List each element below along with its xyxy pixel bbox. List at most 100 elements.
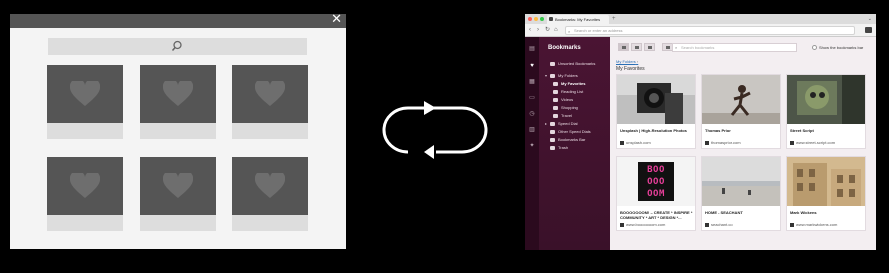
heart-icon xyxy=(255,81,285,106)
mock-caption xyxy=(140,123,216,139)
bookmark-search-input[interactable]: ⌕ Search bookmarks xyxy=(672,43,797,52)
tree-item[interactable]: Other Speed Dials xyxy=(539,128,610,136)
site-favicon-icon xyxy=(620,140,624,145)
tree-item[interactable]: Reading List xyxy=(539,88,610,96)
bookmark-card[interactable]: Mark Wickens www.markwickens.com xyxy=(786,156,866,231)
mock-tile[interactable] xyxy=(47,65,123,139)
mock-tile[interactable] xyxy=(140,157,216,231)
mock-thumbnail xyxy=(140,157,216,215)
folder-icon xyxy=(553,113,558,118)
new-tab-button[interactable]: + xyxy=(612,14,616,24)
mock-search-bar[interactable] xyxy=(48,38,307,55)
folder-icon xyxy=(553,97,558,102)
mock-caption xyxy=(47,123,123,139)
logo-row: OOO xyxy=(647,177,665,187)
bookmark-card[interactable]: Unsplash | High-Resolution Photos unsplas… xyxy=(616,74,696,149)
extensions-icon[interactable] xyxy=(865,27,872,33)
bookmark-card[interactable]: Street Script www.street-script.com xyxy=(786,74,866,149)
tree-item[interactable]: Trash xyxy=(539,144,610,152)
mock-tile[interactable] xyxy=(47,157,123,231)
heart-icon xyxy=(70,81,100,106)
tab-menu-icon[interactable]: ⌄ xyxy=(868,14,872,24)
folder-icon xyxy=(550,145,555,150)
heart-icon xyxy=(163,81,193,106)
bookmark-title: Unsplash | High-Resolution Photos xyxy=(620,128,687,133)
extensions-icon[interactable]: ✦ xyxy=(528,143,536,150)
tab-title: Bookmarks: My Favorites xyxy=(555,17,601,22)
tree-item[interactable]: ▾ My Folders xyxy=(539,72,610,80)
site-favicon-icon xyxy=(790,140,794,145)
bookmark-title: Thomas Prior xyxy=(705,128,731,133)
tree-item-label: Bookmarks Bar xyxy=(558,137,586,142)
tree-item-label: My Favorites xyxy=(561,81,586,86)
maximize-window-button[interactable] xyxy=(540,17,544,21)
minimize-window-button[interactable] xyxy=(534,17,538,21)
bookmark-url: unsplash.com xyxy=(620,140,651,145)
large-grid-view-button[interactable] xyxy=(618,43,629,51)
mock-caption xyxy=(47,215,123,231)
bookmarks-icon[interactable]: ▤ xyxy=(528,46,536,53)
bookmark-url-text: seachant.co xyxy=(711,222,733,227)
show-bookmarks-bar-toggle[interactable]: Show the bookmarks bar xyxy=(812,44,863,51)
forward-button[interactable]: › xyxy=(537,26,539,35)
tree-item[interactable]: Shopping xyxy=(539,104,610,112)
mock-tile[interactable] xyxy=(232,157,308,231)
heart-icon xyxy=(255,173,285,198)
tree-item[interactable]: Travel xyxy=(539,112,610,120)
bookmark-title: Street Script xyxy=(790,128,814,133)
bookmarks-panel: Bookmarks Unsorted Bookmarks ▾ My Folders M… xyxy=(539,37,610,250)
mock-thumbnail xyxy=(232,157,308,215)
bookmark-card[interactable]: BOO OOO OOM BOOOOOOOM! – CREATE * INSPIRE *… xyxy=(616,156,696,231)
tree-item[interactable]: Bookmarks Bar xyxy=(539,136,610,144)
page-title: My Favorites xyxy=(616,66,645,72)
mock-thumbnail xyxy=(232,65,308,123)
bookmark-card[interactable]: Thomas Prior thomasprior.com xyxy=(701,74,781,149)
home-button[interactable]: ⌂ xyxy=(554,26,558,35)
bookmark-url-text: www.markwickens.com xyxy=(796,222,838,227)
bookmark-title: BOOOOOOOM! – CREATE * INSPIRE * COMMUNIT… xyxy=(620,210,693,220)
bookmarks-favicon-icon xyxy=(549,17,553,21)
bookmark-card[interactable]: HOME - SEACHANT seachant.co xyxy=(701,156,781,231)
close-window-button[interactable] xyxy=(528,17,532,21)
tab-strip: Bookmarks: My Favorites + ⌄ xyxy=(525,14,876,24)
bookmark-url: seachant.co xyxy=(705,222,733,227)
mock-tile[interactable] xyxy=(232,65,308,139)
tree-item[interactable]: ▸ Speed Dial xyxy=(539,120,610,128)
heart-icon[interactable]: ♥ xyxy=(528,63,536,70)
history-icon[interactable]: ◷ xyxy=(528,111,536,118)
notes-icon[interactable]: ▥ xyxy=(528,127,536,134)
address-field[interactable]: ⌕ Search or enter an address xyxy=(565,26,855,35)
checkbox[interactable] xyxy=(812,45,817,51)
reload-button[interactable]: ↻ xyxy=(545,26,550,35)
close-icon[interactable]: ✕ xyxy=(331,13,342,27)
list-view-button[interactable] xyxy=(644,43,655,51)
tab-bookmarks[interactable]: Bookmarks: My Favorites xyxy=(547,15,609,24)
address-toolbar: ‹ › ↻ ⌂ ⌕ Search or enter an address xyxy=(525,24,876,37)
illustration: ✕ Bookmarks: My Favorites + ⌄ ‹ › ↻ ⌂ ⌕ … xyxy=(0,0,889,273)
site-favicon-icon xyxy=(705,222,709,227)
bookmark-thumbnail xyxy=(702,75,780,124)
bookmark-url: www.markwickens.com xyxy=(790,222,837,227)
folder-icon xyxy=(553,89,558,94)
tree-item-label: Other Speed Dials xyxy=(558,129,591,134)
logo-row: BOO xyxy=(647,165,665,175)
tree-item-label: Speed Dial xyxy=(558,121,578,126)
browser-window: Bookmarks: My Favorites + ⌄ ‹ › ↻ ⌂ ⌕ Se… xyxy=(525,14,876,250)
panel-title: Bookmarks xyxy=(548,45,581,51)
back-button[interactable]: ‹ xyxy=(529,26,531,35)
search-icon: ⌕ xyxy=(675,45,678,50)
mock-thumbnail xyxy=(47,65,123,123)
breadcrumb[interactable]: My Folders › xyxy=(616,59,638,64)
small-grid-view-button[interactable] xyxy=(631,43,642,51)
mock-tile[interactable] xyxy=(140,65,216,139)
tree-item-label: Travel xyxy=(561,113,572,118)
tree-item[interactable]: My Favorites xyxy=(539,80,610,88)
tree-item[interactable]: Videos xyxy=(539,96,610,104)
tree-item[interactable]: Unsorted Bookmarks xyxy=(539,60,610,68)
bookmark-search-placeholder: Search bookmarks xyxy=(681,45,715,50)
chat-icon[interactable]: ▭ xyxy=(528,95,536,102)
logo-row: OOM xyxy=(647,189,665,199)
bookmark-url-text: unsplash.com xyxy=(626,140,651,145)
news-icon[interactable]: ▦ xyxy=(528,79,536,86)
breadcrumb-my-folders[interactable]: My Folders xyxy=(616,59,636,64)
